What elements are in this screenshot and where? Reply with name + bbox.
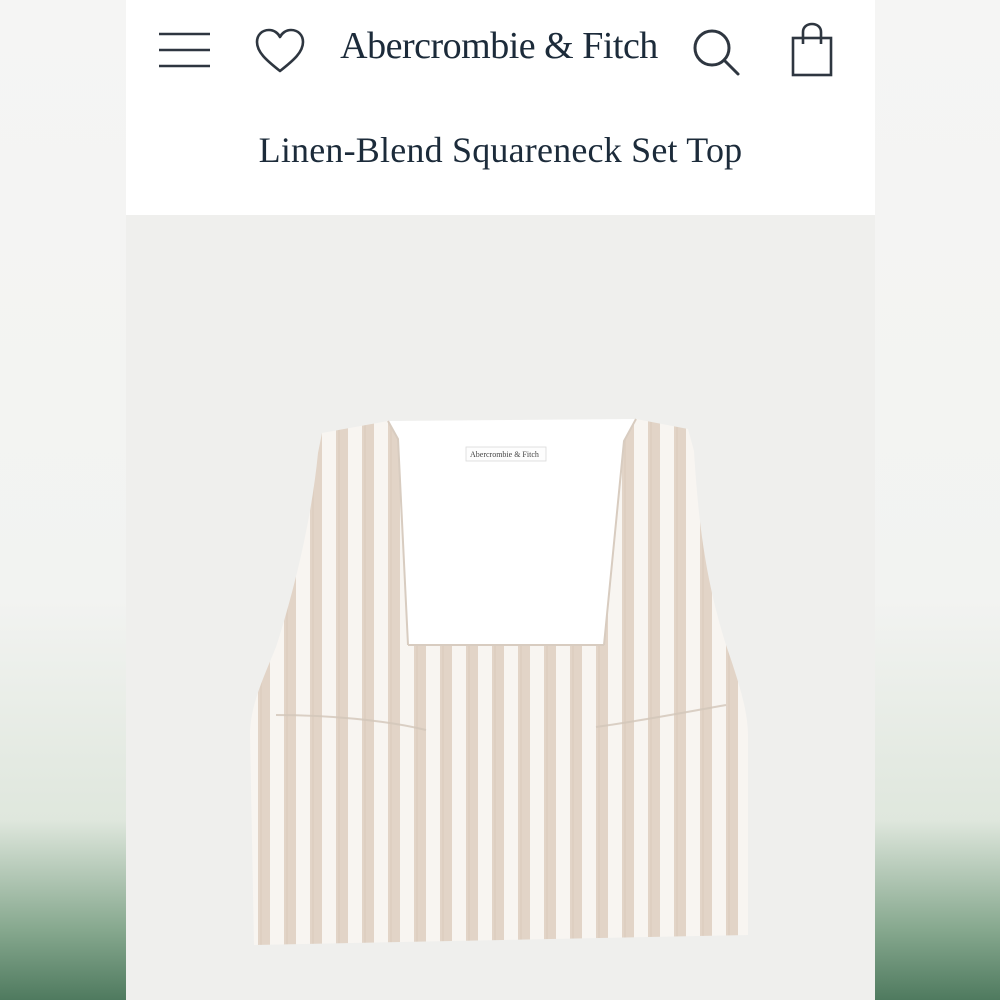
heart-icon[interactable] bbox=[254, 27, 306, 75]
shopping-bag-icon[interactable] bbox=[790, 22, 834, 78]
product-photo[interactable]: Abercrombie & Fitch bbox=[126, 215, 875, 1000]
background-right bbox=[875, 0, 1000, 1000]
search-icon[interactable] bbox=[691, 27, 741, 77]
product-title: Linen-Blend Squareneck Set Top bbox=[258, 130, 743, 170]
garment-label: Abercrombie & Fitch bbox=[465, 446, 547, 462]
background-left bbox=[0, 0, 126, 1000]
brand-logo[interactable]: Abercrombie & Fitch bbox=[322, 22, 676, 70]
product-image-area: Abercrombie & Fitch bbox=[126, 215, 875, 1000]
hamburger-menu-icon[interactable] bbox=[158, 30, 212, 70]
top-header: Abercrombie & Fitch Linen-Blend Squarene… bbox=[126, 0, 875, 215]
svg-text:Abercrombie & Fitch: Abercrombie & Fitch bbox=[470, 450, 539, 459]
app-screen: Abercrombie & Fitch Linen-Blend Squarene… bbox=[126, 0, 875, 1000]
